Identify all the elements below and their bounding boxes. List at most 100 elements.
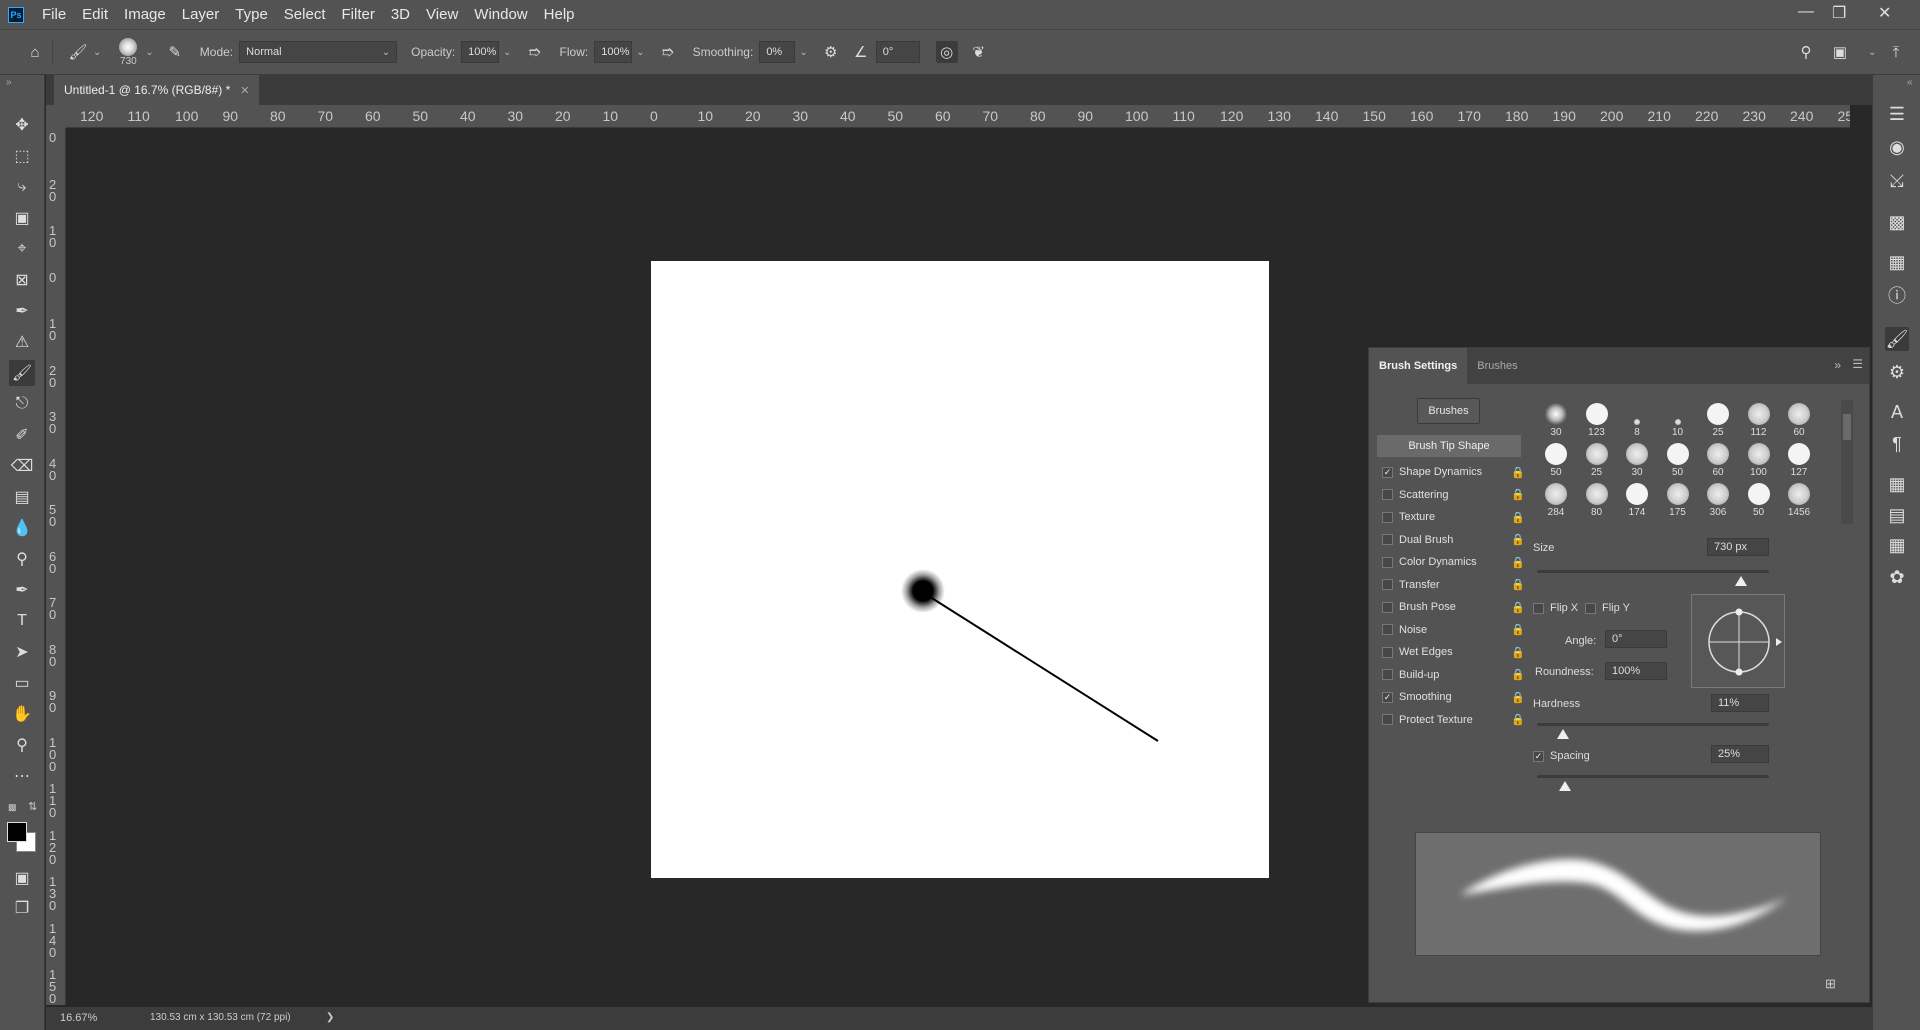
- brush-option-dual-brush[interactable]: Dual Brush 🔒: [1377, 529, 1527, 551]
- brush-settings-icon[interactable]: 🖌: [1885, 327, 1909, 351]
- brush-tip-preset[interactable]: 50: [1537, 438, 1575, 478]
- brush-angle-roundness-widget[interactable]: [1691, 594, 1785, 688]
- brush-tip-preset[interactable]: 30: [1618, 438, 1656, 478]
- document-canvas[interactable]: [651, 261, 1269, 878]
- lasso-tool-icon[interactable]: ⤷: [9, 174, 35, 200]
- slider-knob[interactable]: [1558, 781, 1571, 791]
- flip-y-toggle[interactable]: Flip Y: [1585, 602, 1630, 614]
- symmetry-butterfly-icon[interactable]: ❦: [968, 41, 990, 63]
- blur-tool-icon[interactable]: 💧: [9, 515, 35, 541]
- smoothing-input[interactable]: 0%: [759, 41, 796, 63]
- panel-menu-icon[interactable]: ☰: [1852, 357, 1863, 371]
- search-icon[interactable]: ⚲: [1795, 41, 1817, 63]
- menu-view[interactable]: View: [418, 6, 466, 23]
- brush-option-shape-dynamics[interactable]: ✓ Shape Dynamics 🔒: [1377, 461, 1527, 483]
- brush-tip-preset[interactable]: 8: [1618, 398, 1656, 438]
- size-slider[interactable]: [1537, 570, 1769, 586]
- vertical-ruler[interactable]: 0 2 0 1 0 0 1 0 2 0 3 0 4 0 5 0 6 0 7 0 8 0 9 0 1 0 0…: [46, 128, 66, 1005]
- channels-icon[interactable]: ◉: [1885, 135, 1909, 159]
- option-checkbox[interactable]: [1382, 579, 1393, 590]
- brush-tip-grid[interactable]: 30 123 8 10 25 112 60 50 25 30 50 60 100 127 284 80 174 1…: [1537, 398, 1847, 524]
- paths-icon[interactable]: ⤩: [1885, 168, 1909, 192]
- option-checkbox[interactable]: ✓: [1382, 691, 1393, 703]
- brush-presets-icon[interactable]: ⚙: [1885, 360, 1909, 384]
- status-menu-arrow-icon[interactable]: ❯: [326, 1012, 334, 1023]
- option-checkbox[interactable]: [1382, 669, 1393, 680]
- menu-edit[interactable]: Edit: [74, 6, 116, 23]
- option-checkbox[interactable]: [1382, 489, 1393, 500]
- pressure-size-icon[interactable]: ◎: [935, 41, 958, 63]
- brush-tip-preset[interactable]: 25: [1578, 438, 1616, 478]
- object-selection-tool-icon[interactable]: ▣: [9, 205, 35, 231]
- brush-option-wet-edges[interactable]: Wet Edges 🔒: [1377, 641, 1527, 663]
- new-brush-icon[interactable]: ⊞: [1825, 976, 1836, 992]
- foreground-color-swatch[interactable]: [7, 822, 27, 842]
- brush-tip-preset[interactable]: 50: [1659, 438, 1697, 478]
- mode-select[interactable]: Normal ⌄: [239, 41, 398, 63]
- menu-help[interactable]: Help: [536, 6, 583, 23]
- lock-icon[interactable]: 🔒: [1511, 556, 1525, 569]
- clone-stamp-tool-icon[interactable]: ⎋: [9, 391, 35, 417]
- marquee-tool-icon[interactable]: ⬚: [9, 143, 35, 169]
- lock-icon[interactable]: 🔒: [1511, 623, 1525, 636]
- adjustments-icon[interactable]: ▩: [1885, 210, 1909, 234]
- lock-icon[interactable]: 🔒: [1511, 713, 1525, 726]
- flip-x-toggle[interactable]: Flip X: [1533, 602, 1578, 614]
- pen-tool-icon[interactable]: ✒: [9, 577, 35, 603]
- angle-input[interactable]: 0°: [875, 41, 920, 63]
- horizontal-ruler[interactable]: 120 110 100 90 80 70 60 50 40 30 20 10 0 10 20 30 40 50 60…: [66, 105, 1850, 128]
- spacing-input[interactable]: 25%: [1711, 745, 1769, 763]
- menu-image[interactable]: Image: [116, 6, 174, 23]
- lock-icon[interactable]: 🔒: [1511, 578, 1525, 591]
- option-checkbox[interactable]: [1382, 624, 1393, 635]
- brush-tip-preset[interactable]: 50: [1740, 478, 1778, 518]
- brush-tip-preset[interactable]: 10: [1659, 398, 1697, 438]
- screen-mode-icon[interactable]: ❐: [9, 895, 35, 921]
- angle-input[interactable]: 0°: [1605, 630, 1667, 648]
- brush-tip-preset[interactable]: 60: [1699, 438, 1737, 478]
- default-colors-icon[interactable]: ▩: [8, 802, 17, 813]
- history-brush-tool-icon[interactable]: ✐: [9, 422, 35, 448]
- gradients-icon[interactable]: ▤: [1885, 503, 1909, 527]
- layers-icon[interactable]: ☰: [1885, 102, 1909, 126]
- ruler-origin[interactable]: [46, 105, 66, 128]
- option-checkbox[interactable]: ✓: [1382, 466, 1393, 478]
- swatches-icon[interactable]: ▦: [1885, 472, 1909, 496]
- menu-filter[interactable]: Filter: [334, 6, 383, 23]
- gradient-tool-icon[interactable]: ▤: [9, 484, 35, 510]
- brush-tip-preset[interactable]: 60: [1780, 398, 1818, 438]
- option-checkbox[interactable]: [1382, 556, 1393, 568]
- brush-option-color-dynamics[interactable]: Color Dynamics 🔒: [1377, 551, 1527, 573]
- brush-preset-picker[interactable]: 730: [119, 37, 138, 67]
- brush-settings-toggle-icon[interactable]: ✎: [164, 41, 186, 63]
- frame-tool-icon[interactable]: ⊠: [9, 267, 35, 293]
- close-icon[interactable]: ✕: [1878, 3, 1891, 23]
- brushes-button[interactable]: Brushes: [1417, 398, 1480, 424]
- lock-icon[interactable]: 🔒: [1511, 691, 1525, 704]
- brush-tip-preset[interactable]: 80: [1578, 478, 1616, 518]
- tab-brush-settings[interactable]: Brush Settings: [1369, 348, 1468, 384]
- minimize-icon[interactable]: —: [1798, 3, 1814, 21]
- chevron-down-icon[interactable]: ⌄: [93, 47, 101, 58]
- lock-icon[interactable]: 🔒: [1511, 466, 1525, 479]
- option-checkbox[interactable]: [1382, 601, 1393, 613]
- spacing-checkbox[interactable]: ✓: [1533, 750, 1544, 762]
- color-icon[interactable]: ✿: [1885, 565, 1909, 589]
- libraries-icon[interactable]: ▦: [1885, 250, 1909, 274]
- flip-y-checkbox[interactable]: [1585, 602, 1596, 614]
- hardness-input[interactable]: 11%: [1711, 694, 1769, 712]
- brush-option-texture[interactable]: Texture 🔒: [1377, 506, 1527, 528]
- brush-tip-shape-item[interactable]: Brush Tip Shape: [1377, 435, 1521, 457]
- spacing-slider[interactable]: [1537, 775, 1769, 791]
- menu-type[interactable]: Type: [227, 6, 276, 23]
- brush-tip-preset[interactable]: 25: [1699, 398, 1737, 438]
- menu-layer[interactable]: Layer: [174, 6, 228, 23]
- brush-tool-preset-icon[interactable]: 🖌: [67, 41, 89, 63]
- document-tab[interactable]: Untitled-1 @ 16.7% (RGB/8#) * ✕: [54, 75, 260, 105]
- brush-option-brush-pose[interactable]: Brush Pose 🔒: [1377, 596, 1527, 618]
- type-tool-icon[interactable]: T: [9, 608, 35, 634]
- lock-icon[interactable]: 🔒: [1511, 511, 1525, 524]
- brush-option-noise[interactable]: Noise 🔒: [1377, 619, 1527, 641]
- brush-option-build-up[interactable]: Build-up 🔒: [1377, 664, 1527, 686]
- size-input[interactable]: 730 px: [1707, 538, 1769, 556]
